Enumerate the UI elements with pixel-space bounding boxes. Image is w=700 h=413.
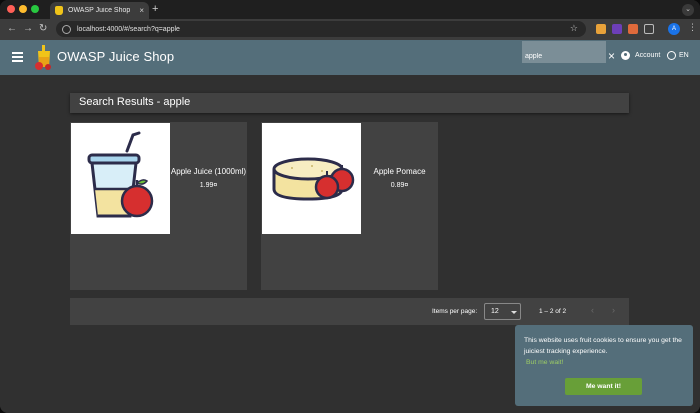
product-info: Apple Juice (1000ml) 1.99¤ — [170, 122, 247, 234]
product-price: 1.99¤ — [199, 182, 218, 189]
minimize-window-button[interactable] — [19, 5, 27, 13]
accept-cookies-button[interactable]: Me want it! — [565, 378, 642, 395]
chevron-down-icon — [511, 311, 517, 314]
items-per-page-label: Items per page: — [432, 308, 478, 315]
items-per-page-select[interactable]: 12 — [484, 303, 521, 320]
close-icon[interactable]: × — [608, 50, 615, 62]
new-tab-button[interactable]: + — [152, 2, 158, 17]
previous-page-button[interactable]: ‹ — [591, 305, 594, 315]
paginator: Items per page: 12 1 – 2 of 2 ‹ › — [70, 298, 629, 325]
cookie-message: This website uses fruit cookies to ensur… — [524, 337, 682, 355]
address-bar[interactable]: localhost:4000/#/search?q=apple ☆ — [56, 21, 586, 37]
browser-window: OWASP Juice Shop × + ⌄ ← → ↻ localhost:4… — [0, 0, 700, 413]
profile-avatar[interactable]: A — [668, 23, 680, 35]
product-image — [262, 123, 361, 234]
apple-juice-icon — [87, 131, 154, 218]
apple-pomace-icon — [272, 157, 355, 201]
close-window-button[interactable] — [7, 5, 15, 13]
extension-icon[interactable] — [628, 24, 638, 34]
language-button[interactable]: EN — [667, 51, 689, 60]
product-name: Apple Juice (1000ml) — [170, 167, 247, 176]
cookie-banner: This website uses fruit cookies to ensur… — [515, 325, 693, 406]
account-label: Account — [635, 52, 661, 59]
range-label: 1 – 2 of 2 — [539, 308, 567, 315]
bookmark-star-icon[interactable]: ☆ — [570, 23, 578, 34]
page-title: Search Results - apple — [79, 96, 191, 108]
extension-icon[interactable] — [612, 24, 622, 34]
product-image — [71, 123, 170, 234]
product-name: Apple Pomace — [373, 167, 426, 176]
product-info: Apple Pomace 0.89¤ — [361, 122, 438, 234]
juice-shop-logo-icon[interactable] — [34, 45, 54, 71]
juice-shop-favicon-icon — [55, 6, 63, 15]
search-input[interactable] — [525, 51, 603, 61]
globe-icon — [667, 51, 676, 60]
site-info-icon[interactable] — [62, 24, 71, 34]
tab-strip: OWASP Juice Shop × + ⌄ — [0, 0, 700, 19]
tab-close-icon[interactable]: × — [139, 6, 144, 15]
product-price: 0.89¤ — [390, 182, 409, 189]
extensions-puzzle-icon[interactable] — [644, 24, 654, 34]
items-per-page-value: 12 — [491, 308, 499, 315]
language-label: EN — [679, 52, 689, 59]
search-results-header: Search Results - apple — [70, 93, 629, 113]
tab-search-button[interactable]: ⌄ — [682, 4, 694, 16]
url-text: localhost:4000/#/search?q=apple — [77, 25, 180, 33]
back-icon[interactable]: ← — [7, 23, 17, 35]
forward-icon[interactable]: → — [23, 23, 33, 35]
browser-tab[interactable]: OWASP Juice Shop × — [50, 2, 149, 19]
account-button[interactable]: Account — [621, 51, 660, 60]
product-card[interactable]: Apple Pomace 0.89¤ — [261, 122, 438, 290]
menu-icon[interactable] — [12, 52, 23, 62]
reload-icon[interactable]: ↻ — [39, 23, 47, 35]
cookie-learn-more-link[interactable]: But me wait! — [526, 359, 563, 366]
tab-title: OWASP Juice Shop — [68, 7, 131, 14]
account-circle-icon — [621, 51, 630, 60]
app-title[interactable]: OWASP Juice Shop — [57, 49, 174, 64]
extension-icon[interactable] — [596, 24, 606, 34]
product-card[interactable]: Apple Juice (1000ml) 1.99¤ — [70, 122, 247, 290]
next-page-button[interactable]: › — [612, 305, 615, 315]
maximize-window-button[interactable] — [31, 5, 39, 13]
browser-toolbar: ← → ↻ localhost:4000/#/search?q=apple ☆ … — [0, 19, 700, 40]
browser-menu-icon[interactable]: ⋮ — [688, 22, 697, 33]
